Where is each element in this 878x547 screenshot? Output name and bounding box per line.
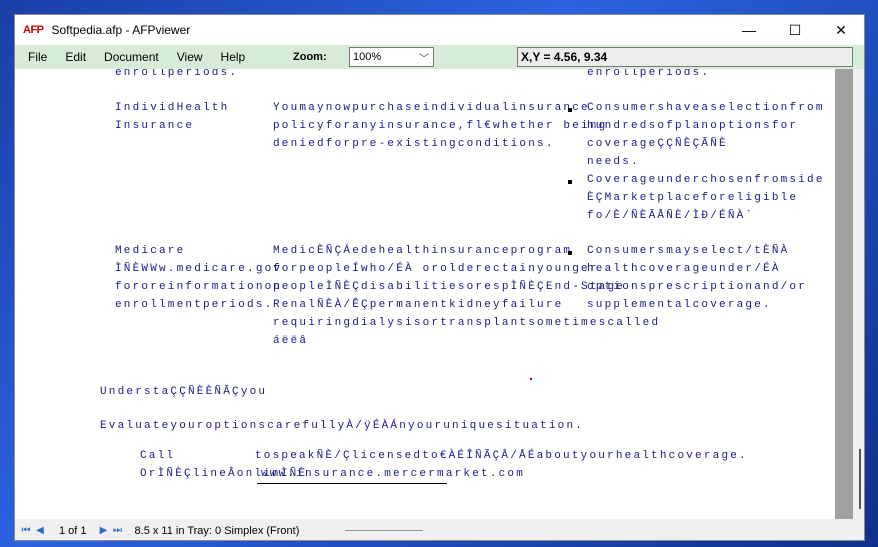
page-text: Consumershaveaselectionfrom	[587, 102, 825, 114]
page-text: supplementalcoverage.	[587, 299, 772, 311]
page-text: áëëâ	[273, 335, 309, 347]
app-window: AFP Softpedia.afp - AFPviewer — ☐ ✕ File…	[14, 14, 865, 541]
page-text: ÌÑÈWWw.medicare.gov	[115, 263, 283, 275]
page-text: EvaluateyouroptionscarefullyÀ/ÿÉÀÁnyouru…	[100, 420, 585, 432]
scrollbar-thumb[interactable]	[859, 449, 861, 509]
menu-edit[interactable]: Edit	[56, 50, 95, 64]
zoom-label: Zoom:	[293, 51, 327, 63]
page-text: ÈÇMarketplaceforeligible	[587, 192, 799, 204]
bullet-icon	[568, 108, 572, 112]
first-page-icon[interactable]: ⏮	[19, 524, 33, 538]
softpedia-watermark: SOFTPEDIA	[680, 495, 813, 517]
page-text: MedicÈÑÇÁedehealthinsuranceprogram	[273, 245, 573, 257]
page-text: coverageÇÇÑÈÇÃÑÈ	[587, 138, 728, 150]
page-text: enrollmentperiods.	[115, 299, 274, 311]
maximize-button[interactable]: ☐	[772, 15, 818, 45]
page-text: Medicare	[115, 245, 186, 257]
page-text: optionsprescriptionand/or	[587, 281, 808, 293]
page-text: enrollperiods.	[587, 69, 711, 79]
page-text: policyforanyinsurance,fl€whether being	[273, 120, 608, 132]
page-text: Youmaynowpurchaseindividualinsurance	[273, 102, 590, 114]
page-text: peopleÌÑÈÇdisabilitiesorespÌÑÈÇEnd-Stage	[273, 281, 626, 293]
page-link[interactable]: www.insurance.mercermarket.com	[261, 468, 525, 480]
page-text: IndividHealth	[115, 102, 230, 114]
menu-help[interactable]: Help	[212, 50, 255, 64]
page-text: Insurance	[115, 120, 195, 132]
page-text: Consumersmayselect/tÈÑÀ	[587, 245, 790, 257]
document-viewer: enrollperiods. enrollperiods. IndividHea…	[15, 69, 864, 519]
coordinates-readout: X,Y = 4.56, 9.34	[517, 47, 853, 67]
status-bar: ⏮ ◀ 1 of 1 ▶ ⏭ 8.5 x 11 in Tray: 0 Simpl…	[15, 519, 864, 540]
page-text: Coverageunderchosenfromside	[587, 174, 825, 186]
status-divider	[345, 530, 423, 531]
menu-document[interactable]: Document	[95, 50, 168, 64]
next-page-icon[interactable]: ▶	[97, 524, 111, 538]
red-mark-icon	[530, 378, 532, 380]
prev-page-icon[interactable]: ◀	[33, 524, 47, 538]
page-text: Call	[140, 450, 176, 462]
bullet-icon	[568, 251, 572, 255]
chevron-down-icon: ﹀	[419, 54, 429, 65]
menu-file[interactable]: File	[15, 50, 56, 64]
menu-bar: File Edit Document View Help Zoom: 100% …	[15, 45, 864, 69]
page-indicator: 1 of 1	[59, 524, 87, 537]
document-page[interactable]: enrollperiods. enrollperiods. IndividHea…	[15, 69, 835, 519]
page-margin	[835, 69, 853, 519]
zoom-value: 100%	[353, 51, 382, 63]
page-text: forpeopleÍwho/ÉÀ orolderectainyounger	[273, 263, 599, 275]
page-text: deniedforpre-existingconditions.	[273, 138, 555, 150]
page-text: requiringdialysisortransplantsometimesca…	[273, 317, 661, 329]
page-text: hundredsofplanoptionsfor	[587, 120, 799, 132]
last-page-icon[interactable]: ⏭	[111, 524, 125, 538]
link-underline	[257, 483, 447, 484]
page-text: fo/È/ÑÈÃÅÑÈ/ÌÐ/ÉÑÀ`	[587, 210, 755, 222]
page-text: fororeinformationon	[115, 281, 283, 293]
menu-view[interactable]: View	[168, 50, 212, 64]
window-controls: — ☐ ✕	[726, 15, 864, 45]
page-text: UnderstaÇÇÑÈÈÑÃÇyou	[100, 386, 268, 398]
afp-logo-icon: AFP	[23, 24, 44, 36]
page-text: tospeakÑÈ/Çlicensedto€ÀÉÎÑÃÇÂ/ÅÉaboutyou…	[255, 450, 748, 462]
page-text: healthcoverageunder/ÉÀ	[587, 263, 781, 275]
zoom-select[interactable]: 100% ﹀	[349, 47, 434, 67]
page-text: needs.	[587, 156, 640, 168]
bullet-icon	[568, 180, 572, 184]
page-info: 8.5 x 11 in Tray: 0 Simplex (Front)	[134, 524, 300, 537]
title-bar[interactable]: AFP Softpedia.afp - AFPviewer — ☐ ✕	[15, 15, 864, 45]
close-button[interactable]: ✕	[818, 15, 864, 45]
minimize-button[interactable]: —	[726, 15, 772, 45]
page-text: RenalÑÈÀ/ÊÇpermanentkidneyfailure	[273, 299, 564, 311]
page-text: enrollperiods.	[115, 69, 239, 79]
window-title: Softpedia.afp - AFPviewer	[51, 23, 191, 37]
